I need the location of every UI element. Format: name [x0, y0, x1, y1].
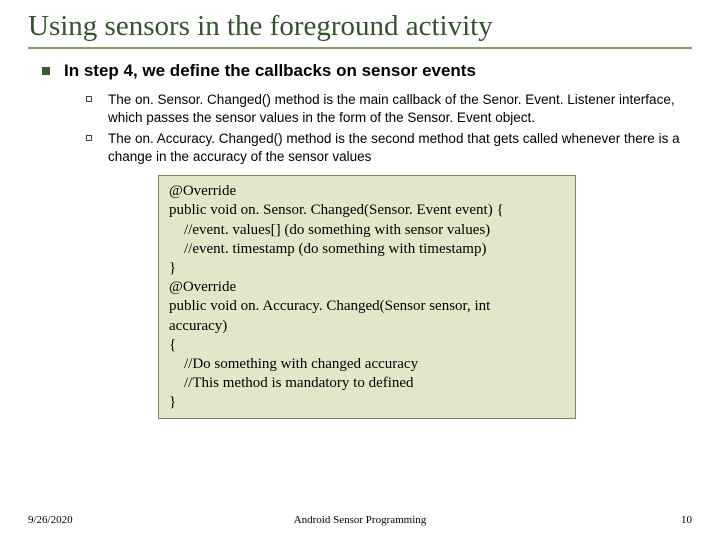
footer-date: 9/26/2020	[28, 514, 73, 526]
square-bullet-icon	[42, 67, 50, 75]
code-line: {	[169, 336, 565, 355]
footer-title: Android Sensor Programming	[294, 514, 427, 526]
level2-text: The on. Accuracy. Changed() method is th…	[108, 130, 692, 165]
bullet-level1: In step 4, we define the callbacks on se…	[42, 61, 692, 81]
slide: Using sensors in the foreground activity…	[0, 0, 720, 540]
bullet-level2: The on. Accuracy. Changed() method is th…	[86, 130, 692, 165]
bullet-level2: The on. Sensor. Changed() method is the …	[86, 91, 692, 126]
code-line: //event. values[] (do something with sen…	[169, 221, 565, 240]
code-line: accuracy)	[169, 317, 565, 336]
code-line: //event. timestamp (do something with ti…	[169, 240, 565, 259]
code-line: public void on. Accuracy. Changed(Sensor…	[169, 297, 565, 316]
code-line: @Override	[169, 182, 565, 201]
slide-title: Using sensors in the foreground activity	[28, 10, 692, 43]
code-block: @Override public void on. Sensor. Change…	[158, 175, 576, 419]
footer: 9/26/2020 Android Sensor Programming 10	[28, 514, 692, 526]
level2-text: The on. Sensor. Changed() method is the …	[108, 91, 692, 126]
hollow-square-bullet-icon	[86, 96, 92, 102]
page-number: 10	[681, 514, 692, 526]
title-underline	[28, 47, 692, 49]
code-line: public void on. Sensor. Changed(Sensor. …	[169, 201, 565, 220]
hollow-square-bullet-icon	[86, 135, 92, 141]
code-line: }	[169, 259, 565, 278]
code-line: //Do something with changed accuracy	[169, 355, 565, 374]
code-line: }	[169, 393, 565, 412]
code-line: @Override	[169, 278, 565, 297]
code-line: //This method is mandatory to defined	[169, 374, 565, 393]
level1-text: In step 4, we define the callbacks on se…	[64, 61, 476, 81]
